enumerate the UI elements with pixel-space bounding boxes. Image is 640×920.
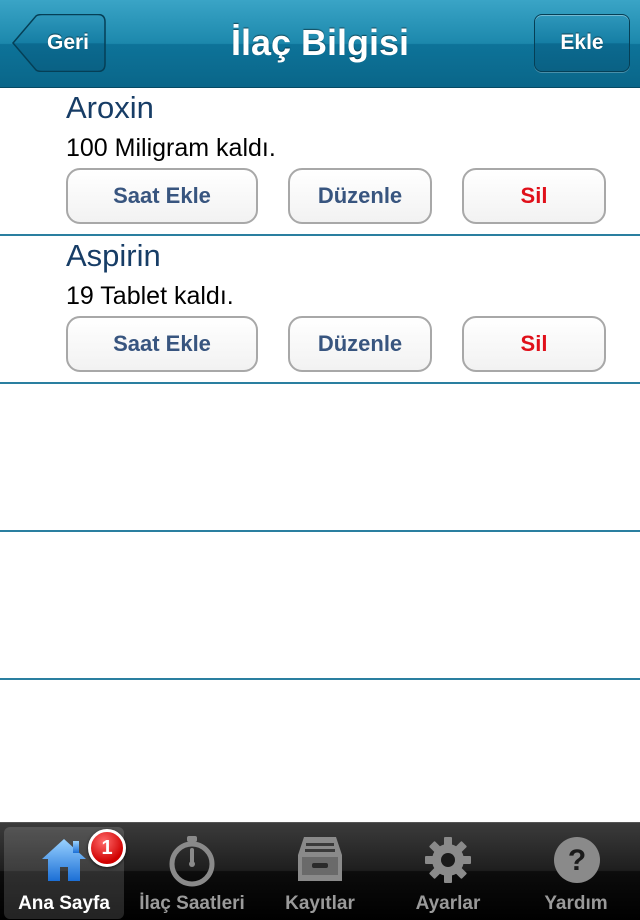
back-button[interactable]: Geri	[12, 14, 106, 72]
medication-row: Aroxin 100 Miligram kaldı. Saat Ekle Düz…	[0, 88, 640, 236]
tab-bar: 1 Ana Sayfa İlaç Saatleri Kayıtlar Ayarl…	[0, 822, 640, 920]
home-icon	[42, 839, 86, 881]
add-hour-button[interactable]: Saat Ekle	[66, 168, 258, 224]
back-button-label: Geri	[46, 31, 90, 54]
tab-label: Kayıtlar	[285, 893, 355, 914]
add-hour-button[interactable]: Saat Ekle	[66, 316, 258, 372]
edit-button[interactable]: Düzenle	[288, 168, 432, 224]
tab-records[interactable]: Kayıtlar	[260, 827, 380, 919]
edit-button[interactable]: Düzenle	[288, 316, 432, 372]
medication-list: Aroxin 100 Miligram kaldı. Saat Ekle Düz…	[0, 88, 640, 680]
stopwatch-icon	[169, 836, 215, 887]
tab-medication-hours[interactable]: İlaç Saatleri	[132, 827, 252, 919]
tab-label: Ana Sayfa	[18, 893, 110, 914]
tab-label: İlaç Saatleri	[139, 893, 245, 914]
medication-remaining: 100 Miligram kaldı.	[66, 134, 276, 162]
add-button[interactable]: Ekle	[534, 14, 630, 72]
delete-button[interactable]: Sil	[462, 316, 606, 372]
svg-text:?: ?	[568, 844, 586, 877]
empty-row	[0, 532, 640, 680]
tab-settings[interactable]: Ayarlar	[388, 827, 508, 919]
medication-name: Aroxin	[66, 90, 154, 125]
medication-name: Aspirin	[66, 238, 161, 273]
tab-label: Ayarlar	[415, 893, 481, 914]
medication-row: Aspirin 19 Tablet kaldı. Saat Ekle Düzen…	[0, 236, 640, 384]
medication-remaining: 19 Tablet kaldı.	[66, 282, 234, 310]
delete-button[interactable]: Sil	[462, 168, 606, 224]
notification-badge: 1	[88, 829, 126, 867]
gear-icon	[425, 837, 471, 883]
archive-icon	[298, 837, 342, 881]
tab-home[interactable]: 1 Ana Sayfa	[4, 827, 126, 919]
tab-label: Yardım	[544, 893, 608, 914]
empty-row	[0, 384, 640, 532]
navigation-bar: İlaç Bilgisi Geri Ekle	[0, 0, 640, 88]
tab-help[interactable]: ? Yardım	[516, 827, 636, 919]
help-icon: ?	[554, 837, 600, 883]
